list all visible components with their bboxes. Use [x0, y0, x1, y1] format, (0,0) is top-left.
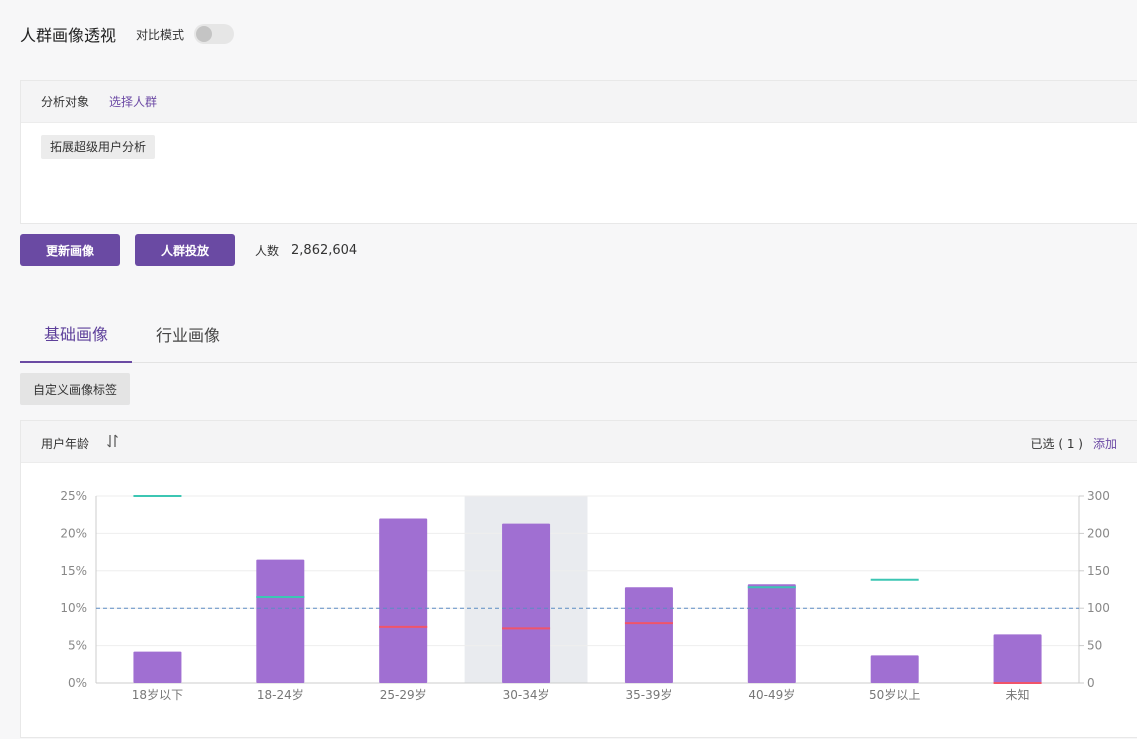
age-distribution-chart: 0% 5% 10% 15% 20% 25% 0 50 100 150 200 300 18岁以下 18-2… [60, 489, 1110, 702]
bar [624, 587, 673, 683]
custom-profile-tags-button[interactable]: 自定义画像标签 [20, 373, 130, 405]
y-left-tick-label: 15% [60, 564, 87, 578]
y-right-tick-label: 100 [1087, 601, 1110, 615]
crowd-count-value: 2,862,604 [291, 242, 358, 258]
x-tick-label: 未知 [1006, 688, 1030, 702]
bar [993, 634, 1042, 683]
tab-industry-profile[interactable]: 行业画像 [156, 305, 220, 363]
age-chart-card: 用户年龄 已选 ( 1 ) 添加 0% 5% 10% 15% 20% 25% 0 50 100 1… [20, 420, 1137, 738]
y-right-tick-label: 50 [1087, 639, 1102, 653]
x-tick-label: 18岁以下 [132, 687, 183, 702]
profile-tabs: 基础画像 行业画像 [20, 305, 1137, 363]
tab-basic-profile[interactable]: 基础画像 [20, 305, 132, 363]
compare-mode-toggle[interactable] [194, 24, 235, 44]
action-row: 更新画像 人群投放 人数 2,862,604 [20, 234, 357, 266]
age-chart-header: 用户年龄 已选 ( 1 ) 添加 [21, 421, 1137, 463]
y-right-tick-label: 200 [1087, 526, 1110, 540]
toggle-knob [196, 26, 213, 42]
top-bar: 人群画像透视 对比模式 [20, 22, 235, 46]
add-link[interactable]: 添加 [1093, 435, 1117, 452]
bar [379, 518, 428, 683]
analysis-target-card: 分析对象 选择人群 拓展超级用户分析 [20, 80, 1137, 224]
selected-count: 已选 ( 1 ) [1030, 437, 1083, 451]
bar [747, 584, 796, 683]
y-left-tick-label: 0% [68, 676, 87, 690]
crowd-delivery-button[interactable]: 人群投放 [135, 234, 235, 266]
x-tick-label: 40-49岁 [748, 687, 795, 702]
bar [502, 523, 551, 683]
y-left-tick-label: 10% [60, 601, 87, 615]
y-left-tick-label: 5% [68, 639, 87, 653]
y-left-tick-label: 25% [60, 489, 87, 503]
x-tick-label: 18-24岁 [257, 687, 304, 702]
bar [256, 559, 305, 683]
page-title: 人群画像透视 [20, 26, 117, 45]
x-tick-label: 25-29岁 [380, 687, 427, 702]
x-tick-label: 50岁以上 [869, 687, 920, 702]
selected-info: 已选 ( 1 ) 添加 [1031, 435, 1117, 452]
y-right-tick-label: 150 [1087, 564, 1110, 578]
analysis-target-label: 分析对象 [41, 95, 90, 109]
select-crowd-link[interactable]: 选择人群 [109, 93, 157, 110]
crowd-profile-page: 人群画像透视 对比模式 分析对象 选择人群 拓展超级用户分析 更新画像 人群投放… [0, 0, 1137, 739]
analysis-target-header: 分析对象 选择人群 [21, 81, 1137, 123]
attribute-label: 用户年龄 [41, 437, 90, 451]
bar [133, 651, 182, 683]
bar [870, 655, 919, 683]
y-right-tick-label: 0 [1087, 676, 1095, 690]
x-tick-label: 30-34岁 [503, 687, 550, 702]
y-left-tick-label: 20% [60, 526, 87, 540]
compare-mode-label: 对比模式 [136, 27, 185, 42]
update-profile-button[interactable]: 更新画像 [20, 234, 120, 266]
x-tick-label: 35-39岁 [626, 687, 673, 702]
sort-icon[interactable] [106, 433, 120, 449]
y-right-tick-label: 300 [1087, 489, 1110, 503]
selected-crowd-tag[interactable]: 拓展超级用户分析 [41, 135, 156, 159]
crowd-count-label: 人数 [255, 243, 280, 258]
